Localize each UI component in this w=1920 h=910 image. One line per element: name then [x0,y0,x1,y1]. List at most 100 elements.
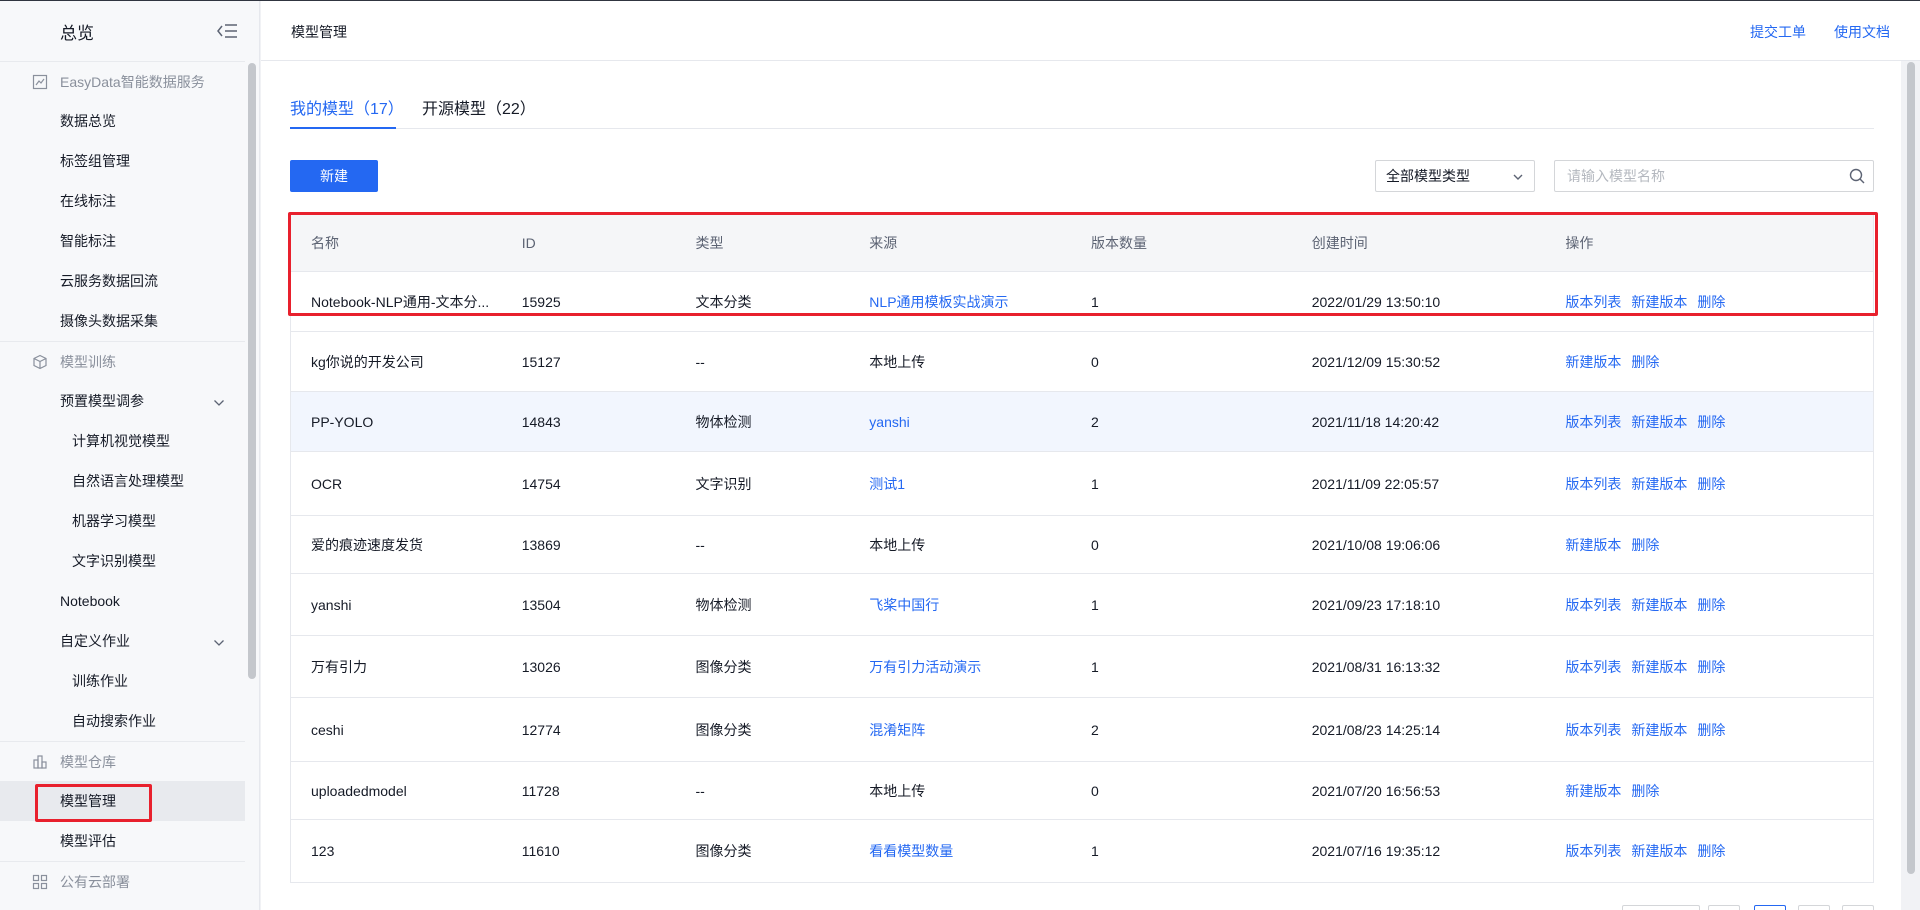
column-header-id: ID [521,234,536,251]
cube-icon [32,354,48,370]
cell-id: 14843 [521,413,561,430]
delete-link[interactable]: 删除 [1631,535,1659,555]
delete-link[interactable]: 删除 [1697,595,1725,615]
tab-open-source-models[interactable]: 开源模型（22） [422,95,536,131]
sidebar-item-label: 计算机视觉模型 [72,433,170,449]
source-link[interactable]: 测试1 [869,476,905,492]
sidebar-item[interactable]: Notebook [0,581,245,621]
cell-source: 本地上传 [869,536,926,553]
version-list-link[interactable]: 版本列表 [1565,720,1621,740]
page-1-button[interactable] [1754,905,1786,910]
tab-my-models[interactable]: 我的模型（17） [290,95,404,131]
delete-link[interactable]: 删除 [1697,292,1725,312]
new-version-link[interactable]: 新建版本 [1565,781,1621,801]
delete-link[interactable]: 删除 [1631,781,1659,801]
version-list-link[interactable]: 版本列表 [1565,657,1621,677]
sidebar-item[interactable]: 训练作业 [0,661,245,701]
new-version-link[interactable]: 新建版本 [1631,595,1687,615]
sidebar-item[interactable]: 文字识别模型 [0,541,245,581]
source-link[interactable]: 看看模型数量 [869,843,953,859]
delete-link[interactable]: 删除 [1697,657,1725,677]
sidebar-item[interactable]: 计算机视觉模型 [0,421,245,461]
new-version-link[interactable]: 新建版本 [1631,412,1687,432]
cell-name: ceshi [311,721,344,738]
delete-link[interactable]: 删除 [1697,720,1725,740]
cell-versions: 1 [1091,843,1099,859]
sidebar-item[interactable]: 标签组管理 [0,141,245,181]
next-page-button[interactable] [1842,905,1874,910]
new-version-link[interactable]: 新建版本 [1631,474,1687,494]
cell-source: 本地上传 [869,782,926,799]
sidebar-item[interactable]: 机器学习模型 [0,501,245,541]
chevron-down-icon [1512,168,1524,184]
column-header-type: 类型 [695,234,724,251]
page-2-button[interactable] [1798,905,1830,910]
sidebar-item[interactable]: 智能标注 [0,221,245,261]
search-icon[interactable] [1841,168,1873,184]
new-model-button[interactable]: 新建 [290,160,378,192]
sidebar-item[interactable]: 自定义作业 [0,621,245,661]
table-row: 123 11610 图像分类 看看模型数量 1 2021/07/16 19:35:12 版本… [291,820,1873,882]
cell-created: 2021/09/23 17:18:10 [1311,596,1441,613]
sidebar-item[interactable]: 自动搜索作业 [0,701,245,741]
delete-link[interactable]: 删除 [1631,352,1659,372]
cell-type: 图像分类 [695,658,752,675]
new-version-link[interactable]: 新建版本 [1631,841,1687,861]
sidebar-item[interactable]: 云服务数据回流 [0,261,245,301]
page-size-select[interactable] [1622,905,1700,910]
sidebar-scrollbar[interactable] [248,63,256,679]
version-list-link[interactable]: 版本列表 [1565,595,1621,615]
source-link[interactable]: yanshi [869,414,909,430]
submit-ticket-link[interactable]: 提交工单 [1750,22,1806,42]
sidebar-group-label: EasyData智能数据服务 [60,73,205,90]
version-list-link[interactable]: 版本列表 [1565,412,1621,432]
source-link[interactable]: 混淆矩阵 [869,722,925,738]
table-row: 万有引力 13026 图像分类 万有引力活动演示 1 2021/08/31 16:13:3… [291,636,1873,698]
model-search-input[interactable] [1555,161,1841,191]
new-version-link[interactable]: 新建版本 [1565,535,1621,555]
source-link[interactable]: 万有引力活动演示 [869,659,981,675]
sidebar-item[interactable]: 预置模型调参 [0,381,245,421]
cell-id: 11728 [521,782,560,799]
version-list-link[interactable]: 版本列表 [1565,474,1621,494]
source-link[interactable]: NLP通用模板实战演示 [869,294,1008,310]
sidebar-item[interactable]: 模型管理 [0,781,245,821]
source-link[interactable]: 飞桨中国行 [869,597,939,613]
main-scrollbar[interactable] [1907,62,1915,874]
cell-type: -- [695,353,705,370]
model-type-select[interactable]: 全部模型类型 [1375,160,1535,192]
version-list-link[interactable]: 版本列表 [1565,841,1621,861]
sidebar-item[interactable]: 模型评估 [0,821,245,861]
new-version-link[interactable]: 新建版本 [1565,352,1621,372]
new-version-link[interactable]: 新建版本 [1631,657,1687,677]
prev-page-button[interactable] [1708,905,1740,910]
version-list-link[interactable]: 版本列表 [1565,292,1621,312]
cell-actions: 版本列表 新建版本 删除 [1545,474,1873,494]
cell-actions: 版本列表 新建版本 删除 [1545,292,1873,312]
new-version-link[interactable]: 新建版本 [1631,292,1687,312]
delete-link[interactable]: 删除 [1697,412,1725,432]
docs-link[interactable]: 使用文档 [1834,22,1890,42]
new-version-link[interactable]: 新建版本 [1631,720,1687,740]
deploy-icon [32,874,48,890]
sidebar-item-label: 模型管理 [60,793,116,809]
delete-link[interactable]: 删除 [1697,474,1725,494]
sidebar: 总览 EasyData智能数据服务数据总览 标签组管理 在线标注智能标注云服务数据回… [0,1,260,910]
sidebar-item[interactable]: 数据总览 [0,101,245,141]
sidebar-header: 总览 [0,1,259,61]
sidebar-item[interactable]: 在线标注 [0,181,245,221]
delete-link[interactable]: 删除 [1697,841,1725,861]
table-row: kg你说的开发公司 15127 -- 本地上传 0 2021/12/09 15:30:52… [291,332,1873,392]
column-header-created: 创建时间 [1311,234,1368,251]
table-row: ceshi 12774 图像分类 混淆矩阵 2 2021/08/23 14:25:14 版本… [291,698,1873,762]
column-header-name: 名称 [311,234,339,251]
collapse-menu-icon[interactable] [215,21,239,41]
sidebar-item[interactable]: 摄像头数据采集 [0,301,245,341]
sidebar-item[interactable]: 自然语言处理模型 [0,461,245,501]
model-search [1554,160,1874,192]
sidebar-group: 模型训练 [0,341,245,381]
cell-actions: 新建版本 删除 [1545,781,1873,801]
cell-versions: 0 [1091,353,1099,370]
cell-name: yanshi [311,596,352,613]
sidebar-item-label: 智能标注 [60,233,116,249]
